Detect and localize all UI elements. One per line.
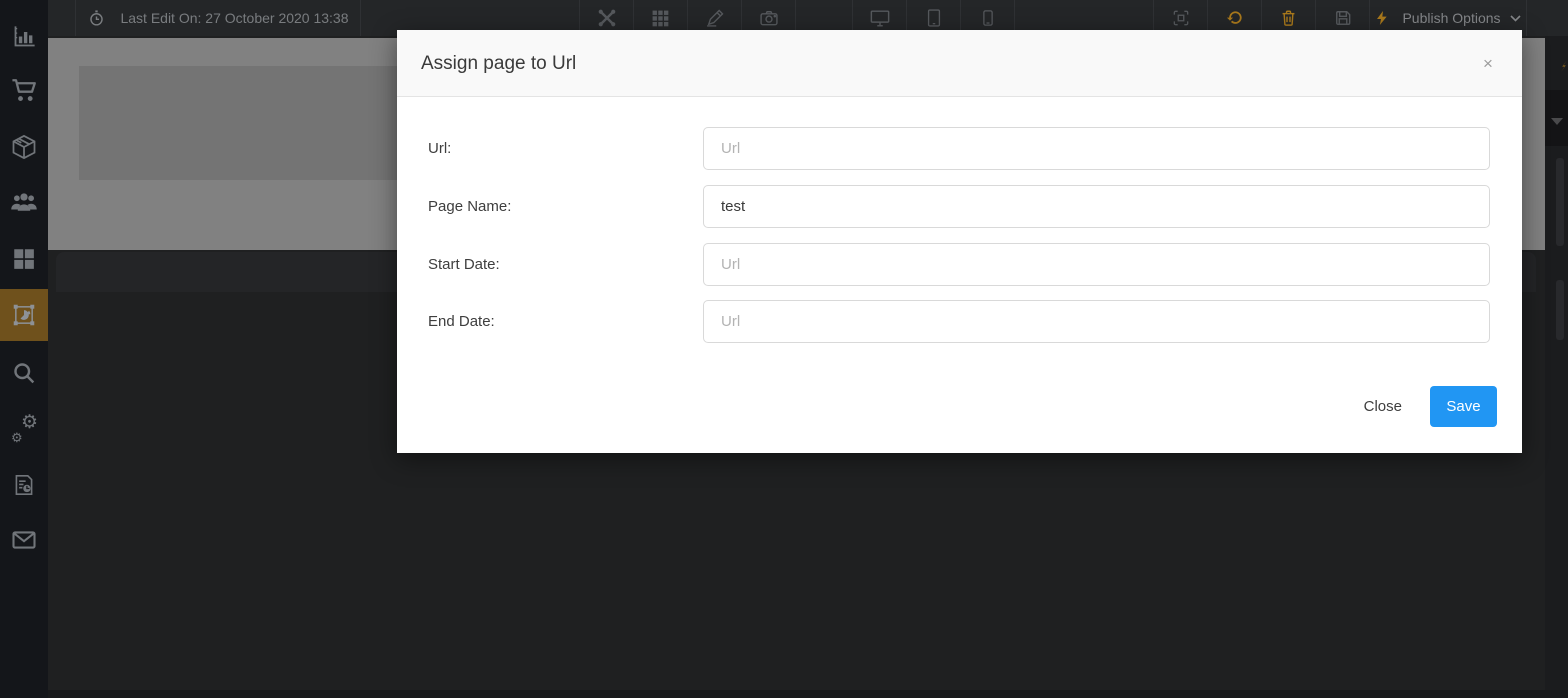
settings-gears-icon: ⚙ ⚙ — [10, 415, 38, 443]
page-name-input[interactable] — [703, 185, 1490, 228]
start-date-label: Start Date: — [428, 243, 500, 286]
scrollbar[interactable] — [1556, 158, 1564, 246]
joomla-icon — [597, 8, 617, 28]
chevron-down-icon — [1510, 15, 1521, 22]
design-pencil-icon — [705, 8, 725, 28]
window-bottom-edge — [0, 690, 1568, 698]
sidebar-item-settings[interactable]: ⚙ ⚙ — [0, 403, 48, 455]
statistics-icon — [11, 23, 38, 50]
report-document-icon — [11, 472, 37, 498]
page-name-label: Page Name: — [428, 185, 511, 228]
users-icon — [9, 187, 39, 217]
save-disk-icon — [1333, 8, 1353, 28]
products-cube-icon — [10, 133, 38, 161]
trash-icon — [1279, 8, 1298, 28]
close-button[interactable]: Close — [1350, 388, 1416, 425]
clock-icon — [87, 9, 106, 28]
last-edit-label: Last Edit On: 27 October 2020 13:38 — [120, 10, 348, 26]
last-edit-info: Last Edit On: 27 October 2020 13:38 — [76, 0, 360, 36]
spark-icon — [1561, 60, 1567, 72]
fit-screen-icon — [1171, 8, 1191, 28]
sidebar-item-products[interactable] — [0, 121, 48, 173]
url-label: Url: — [428, 127, 451, 170]
sidebar-item-mail[interactable] — [0, 514, 48, 566]
cart-icon — [10, 76, 39, 105]
left-sidebar: ⚙ ⚙ — [0, 0, 48, 698]
app-window: Last Edit On: 27 October 2020 13:38 — [0, 0, 1568, 698]
desktop-icon — [869, 8, 891, 28]
sidebar-item-reports[interactable] — [0, 459, 48, 511]
widgets-icon — [11, 246, 37, 272]
url-input[interactable] — [703, 127, 1490, 170]
undo-icon — [1225, 8, 1245, 28]
scrollbar[interactable] — [1556, 280, 1564, 340]
assign-page-modal: Assign page to Url × Url: Page Name: Sta… — [397, 30, 1522, 453]
sidebar-item-shop[interactable] — [0, 64, 48, 116]
modal-title: Assign page to Url — [421, 30, 576, 97]
sidebar-item-users[interactable] — [0, 176, 48, 228]
divider — [360, 0, 361, 36]
camera-icon — [759, 8, 779, 28]
divider — [1526, 0, 1527, 36]
save-button[interactable]: Save — [1430, 386, 1497, 427]
url-field-row: Url: — [397, 127, 1522, 170]
grid-icon — [651, 9, 670, 28]
end-date-field-row: End Date: — [397, 300, 1522, 343]
publish-options-label: Publish Options — [1402, 10, 1500, 26]
page-name-field-row: Page Name: — [397, 185, 1522, 228]
mail-icon — [10, 526, 38, 554]
search-icon — [10, 359, 38, 387]
end-date-input[interactable] — [703, 300, 1490, 343]
start-date-input[interactable] — [703, 243, 1490, 286]
end-date-label: End Date: — [428, 300, 495, 343]
modal-footer: Close Save — [397, 386, 1522, 427]
mobile-icon — [979, 8, 997, 28]
lightning-icon — [1374, 8, 1390, 28]
start-date-field-row: Start Date: — [397, 243, 1522, 286]
sidebar-item-search[interactable] — [0, 347, 48, 399]
close-icon[interactable]: × — [1478, 54, 1498, 74]
sidebar-item-pagebuilder[interactable] — [0, 289, 48, 341]
pagebuilder-element-icon — [10, 301, 38, 329]
dropdown-arrow-icon — [1551, 118, 1563, 125]
sidebar-item-statistics[interactable] — [0, 10, 48, 62]
modal-header: Assign page to Url × — [397, 30, 1522, 97]
tablet-icon — [924, 8, 944, 28]
sidebar-item-widgets[interactable] — [0, 233, 48, 285]
dimmed-right-panel — [1545, 36, 1568, 698]
